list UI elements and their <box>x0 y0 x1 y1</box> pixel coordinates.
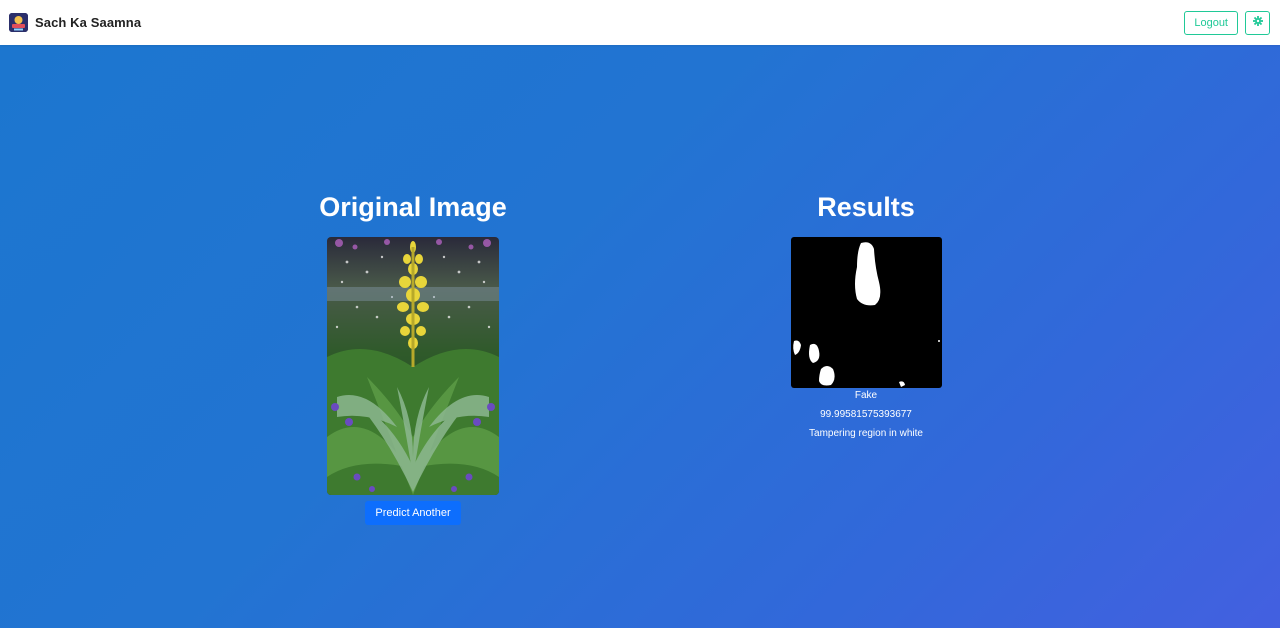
tampering-mask-image <box>790 237 942 388</box>
brand-link[interactable]: Sach Ka Saamna <box>9 13 141 32</box>
original-image-title: Original Image <box>319 192 507 222</box>
tampering-note: Tampering region in white <box>809 428 923 439</box>
original-image <box>327 237 499 495</box>
navbar-actions: Logout <box>1184 10 1270 35</box>
prediction-label: Fake <box>854 390 878 401</box>
prediction-score: 99.99581575393677 <box>820 409 912 420</box>
main-content: Original Image Predict Another Results F… <box>0 45 1280 628</box>
results-panel: Results Fake 99.99581575393677 Tampering… <box>706 190 1026 443</box>
logout-button[interactable]: Logout <box>1184 10 1238 35</box>
navbar: Sach Ka Saamna Logout <box>0 0 1280 45</box>
predict-another-button[interactable]: Predict Another <box>365 501 461 525</box>
original-image-panel: Original Image Predict Another <box>253 190 573 525</box>
brand-logo-icon <box>9 13 28 32</box>
gear-icon <box>1252 16 1263 29</box>
brand-name: Sach Ka Saamna <box>35 15 142 30</box>
settings-button[interactable] <box>1245 10 1270 35</box>
results-title: Results <box>817 192 915 222</box>
